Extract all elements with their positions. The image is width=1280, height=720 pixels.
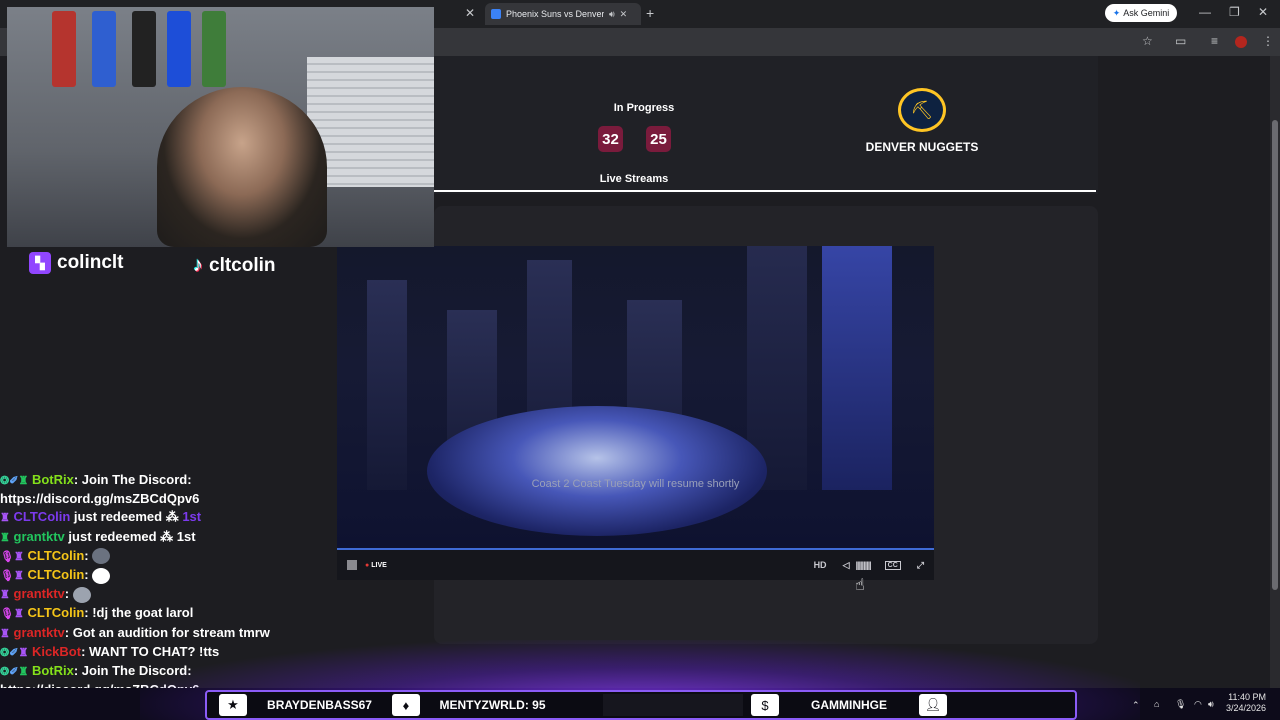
diamond-icon: ♦	[392, 694, 420, 716]
chevron-up-icon[interactable]: ⌃	[1132, 700, 1140, 711]
jersey	[52, 11, 76, 87]
volume-icon[interactable]: ◁	[843, 560, 850, 571]
captions-icon[interactable]: CC	[884, 560, 901, 570]
chat-message: 🎙︎♜ CLTColin:	[0, 547, 340, 566]
quality-button[interactable]: HD	[814, 560, 827, 570]
tab-live-streams[interactable]: Live Streams	[584, 173, 684, 185]
user-icon: 👤︎	[919, 694, 947, 716]
jersey	[92, 11, 116, 87]
clock-date: 3/24/2026	[1225, 703, 1266, 713]
gemini-icon: ✦	[1112, 7, 1121, 18]
clock-time: 11:40 PM	[1228, 692, 1266, 702]
nuggets-logo-icon: ⛏	[898, 88, 946, 132]
latest-follower: BRAYDENBASS67	[267, 698, 372, 712]
cast-icon[interactable]: ▭	[1175, 34, 1186, 48]
tiktok-icon: ♪	[193, 254, 203, 276]
bookmark-star-icon[interactable]: ☆	[1142, 34, 1153, 48]
ask-gemini-button[interactable]: ✦ Ask Gemini	[1105, 4, 1177, 22]
mic-icon[interactable]: 🎙︎	[1175, 699, 1186, 710]
volume-slider[interactable]: ||||||||||	[855, 560, 871, 570]
stream-alert-bar: ★ BRAYDENBASS67 ♦ MENTYZWRLD: 95 $ GAMMI…	[205, 690, 1077, 720]
ask-gemini-label: Ask Gemini	[1123, 8, 1170, 18]
chat-message: 🎙︎♜ CLTColin:	[0, 566, 340, 585]
volume-icon[interactable]: 🔊︎	[1208, 699, 1214, 710]
favicon-icon	[491, 9, 501, 19]
redeem-icon: ⁂	[160, 528, 174, 544]
latest-member: GAMMINHGE	[811, 698, 887, 712]
video-player[interactable]: Coast 2 Coast Tuesday will resume shortl…	[337, 246, 934, 580]
webcam-feed	[7, 7, 434, 247]
chat-message: ♜ CLTColin just redeemed ⁂ 1st	[0, 509, 202, 525]
stream-overlay-text: Coast 2 Coast Tuesday will resume shortl…	[531, 478, 740, 490]
latest-sub: MENTYZWRLD: 95	[439, 698, 546, 712]
menu-icon[interactable]: ⋮	[1262, 34, 1274, 48]
twitch-handle: ▚ colinclt	[29, 252, 124, 274]
jersey	[132, 11, 156, 87]
score-home: 32	[598, 126, 623, 152]
jersey	[167, 11, 191, 87]
emote	[92, 567, 111, 584]
building	[822, 246, 892, 490]
emote	[72, 586, 91, 603]
redeem-icon: ⁂	[165, 509, 179, 525]
game-status: In Progress	[613, 102, 675, 114]
tab-title: Phoenix Suns vs Denver Nu	[506, 9, 604, 19]
building	[367, 280, 407, 490]
mouse-cursor-icon: ☝︎	[855, 577, 865, 594]
chat-message: ❂✐♜ BotRix: Join The Discord:	[0, 472, 192, 487]
chat-message: https://discord.gg/msZBCdQpv6	[0, 491, 200, 507]
chat-message: ♜ grantktv:	[0, 585, 340, 604]
star-icon: ★	[219, 694, 247, 716]
speaker-icon[interactable]: 🔊︎	[609, 9, 615, 20]
tiktok-handle-label: cltcolin	[209, 254, 276, 276]
profile-avatar[interactable]	[1235, 36, 1247, 48]
wifi-icon[interactable]: ◠	[1194, 699, 1202, 710]
score-away: 25	[646, 126, 671, 152]
system-clock[interactable]: 11:40 PM 3/24/2026	[1226, 692, 1266, 714]
system-tray: ⌃ ⌂ 🎙︎ ◠ 🔊︎ 11:40 PM 3/24/2026	[1128, 692, 1280, 720]
new-tab-icon[interactable]: +	[646, 5, 654, 21]
latest-donation	[603, 694, 743, 716]
close-window-icon[interactable]: ✕	[1258, 5, 1268, 19]
jersey	[202, 11, 226, 87]
minimize-icon[interactable]: —	[1199, 5, 1211, 19]
stop-icon[interactable]	[347, 560, 357, 570]
team-name: DENVER NUGGETS	[865, 140, 979, 154]
twitch-handle-label: colinclt	[57, 252, 124, 273]
chat-message: 🎙︎♜ CLTColin: !dj the goat larol	[0, 605, 194, 621]
arena	[427, 406, 767, 536]
network-icon[interactable]: ⌂	[1154, 699, 1159, 709]
dollar-icon: $	[751, 694, 779, 716]
scoreboard: In Progress 32 25 ⛏ DENVER NUGGETS Live …	[434, 56, 1098, 194]
emote	[92, 548, 111, 565]
fullscreen-icon[interactable]: ⤢	[917, 560, 924, 571]
close-tab-icon[interactable]: ✕	[465, 6, 475, 20]
video-frame: Coast 2 Coast Tuesday will resume shortl…	[337, 246, 934, 550]
live-badge: LIVE	[365, 562, 387, 569]
browser-tab-active[interactable]: Phoenix Suns vs Denver Nu 🔊︎ ✕	[485, 3, 641, 25]
chat-message: ♜ grantktv just redeemed ⁂ 1st	[0, 528, 196, 544]
restore-icon[interactable]: ❐	[1229, 5, 1240, 19]
streamer	[157, 87, 327, 247]
tiktok-handle: ♪ cltcolin	[193, 254, 276, 277]
media-controls-icon[interactable]: ≡	[1211, 34, 1218, 48]
twitch-icon: ▚	[29, 252, 51, 274]
video-controls: LIVE HD ◁ |||||||||| CC ⤢	[337, 550, 934, 580]
tab-underline	[434, 190, 1096, 192]
scrollbar-thumb[interactable]	[1272, 120, 1278, 590]
close-tab-icon[interactable]: ✕	[620, 9, 628, 20]
